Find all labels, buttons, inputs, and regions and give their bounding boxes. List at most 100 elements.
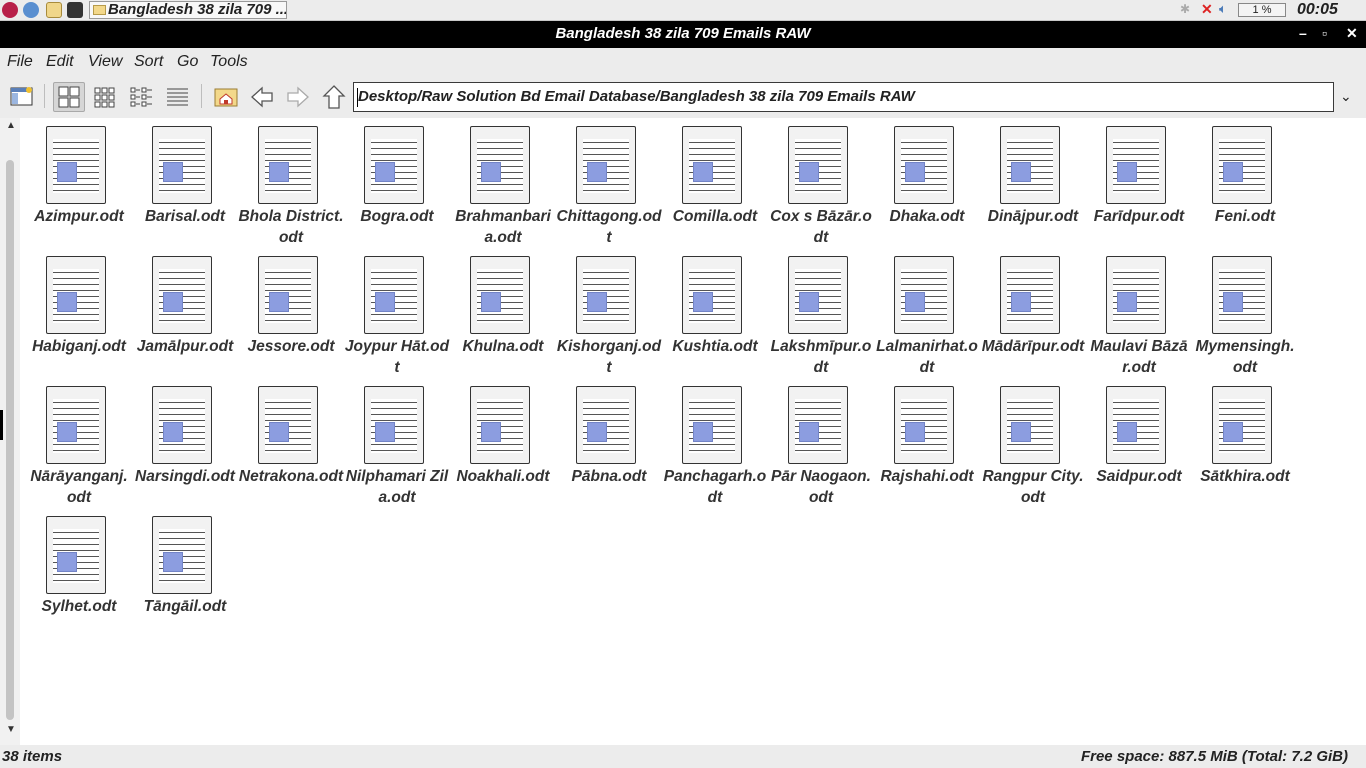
close-button[interactable]: ✕ (1346, 25, 1358, 42)
document-icon (894, 126, 954, 204)
file-item[interactable]: Sylhet.odt (26, 514, 132, 644)
item-count: 38 items (2, 748, 63, 765)
view-thumbnails-button[interactable] (90, 82, 122, 112)
file-item[interactable]: Rajshahi.odt (874, 384, 980, 514)
document-icon (46, 516, 106, 594)
file-item[interactable]: Comilla.odt (662, 124, 768, 254)
file-item[interactable]: Kishorganj.odt (556, 254, 662, 384)
new-window-icon (10, 87, 33, 106)
file-grid: Azimpur.odt Barisal.odt Bhola District.odt… (26, 124, 1298, 644)
file-item[interactable]: Mymensingh.odt (1192, 254, 1298, 384)
text-cursor (357, 88, 358, 107)
up-button[interactable] (318, 82, 350, 112)
terminal-icon[interactable] (67, 2, 83, 18)
file-item[interactable]: Tāngāil.odt (132, 514, 238, 644)
file-item[interactable]: Mādārīpur.odt (980, 254, 1086, 384)
detailed-list-view-icon (167, 88, 188, 106)
menu-go[interactable]: Go (177, 53, 198, 71)
document-icon (258, 126, 318, 204)
file-item[interactable]: Barisal.odt (132, 124, 238, 254)
back-button[interactable] (246, 82, 278, 112)
vertical-scrollbar[interactable]: ▲ ▼ (0, 118, 20, 745)
document-icon (258, 256, 318, 334)
maximize-button[interactable]: ▫ (1322, 25, 1327, 41)
network-disconnected-icon[interactable]: ✕ (1201, 1, 1213, 18)
scroll-up-icon[interactable]: ▲ (6, 120, 16, 131)
file-item[interactable]: Netrakona.odt (238, 384, 344, 514)
home-button[interactable] (210, 82, 242, 112)
path-input[interactable]: Desktop/Raw Solution Bd Email Database/B… (353, 82, 1334, 112)
file-item[interactable]: Noakhali.odt (450, 384, 556, 514)
file-name: Kushtia.odt (672, 338, 758, 355)
menu-tools[interactable]: Tools (210, 53, 248, 71)
menu-file[interactable]: File (7, 53, 33, 71)
file-item[interactable]: Pār Naogaon.odt (768, 384, 874, 514)
file-item[interactable]: Jamālpur.odt (132, 254, 238, 384)
window-titlebar[interactable]: Bangladesh 38 zila 709 Emails RAW – ▫ ✕ (0, 21, 1366, 48)
file-name: Sylhet.odt (41, 598, 117, 615)
document-icon (788, 386, 848, 464)
view-detailed-list-button[interactable] (162, 82, 194, 112)
file-name: Lakshmīpur.odt (770, 338, 872, 376)
menu-edit[interactable]: Edit (46, 53, 74, 71)
minimize-button[interactable]: – (1299, 25, 1307, 41)
file-item[interactable]: Narsingdi.odt (132, 384, 238, 514)
file-item[interactable]: Brahmanbaria.odt (450, 124, 556, 254)
file-item[interactable]: Rangpur City.odt (980, 384, 1086, 514)
forward-button[interactable] (282, 82, 314, 112)
file-item[interactable]: Joypur Hāt.odt (344, 254, 450, 384)
file-item[interactable]: Dinājpur.odt (980, 124, 1086, 254)
file-item[interactable]: Lalmanirhat.odt (874, 254, 980, 384)
raspberry-menu-icon[interactable] (2, 2, 18, 18)
menu-view[interactable]: View (88, 53, 122, 71)
file-item[interactable]: Bhola District.odt (238, 124, 344, 254)
file-item[interactable]: Chittagong.odt (556, 124, 662, 254)
file-name: Jamālpur.odt (136, 338, 234, 355)
document-icon (894, 386, 954, 464)
file-item[interactable]: Dhaka.odt (874, 124, 980, 254)
file-name: Noakhali.odt (456, 468, 550, 485)
file-item[interactable]: Maulavi Bāzār.odt (1086, 254, 1192, 384)
file-item[interactable]: Sātkhira.odt (1192, 384, 1298, 514)
web-browser-icon[interactable] (23, 2, 39, 18)
file-item[interactable]: Lakshmīpur.odt (768, 254, 874, 384)
file-name: Lalmanirhat.odt (876, 338, 978, 376)
file-manager-icon[interactable] (46, 2, 62, 18)
menu-sort[interactable]: Sort (134, 53, 163, 71)
bluetooth-icon[interactable]: ✱ (1180, 2, 1190, 16)
scrollbar-thumb[interactable] (6, 160, 14, 720)
view-compact-button[interactable] (126, 82, 158, 112)
scroll-down-icon[interactable]: ▼ (6, 724, 16, 735)
file-item[interactable]: Cox s Bāzār.odt (768, 124, 874, 254)
file-item[interactable]: Azimpur.odt (26, 124, 132, 254)
clock[interactable]: 00:05 (1297, 1, 1338, 19)
volume-icon[interactable]: 🔈︎ (1219, 1, 1227, 17)
document-icon (364, 256, 424, 334)
document-icon (682, 126, 742, 204)
file-item[interactable]: Farīdpur.odt (1086, 124, 1192, 254)
file-name: Rajshahi.odt (880, 468, 974, 485)
file-item[interactable]: Kushtia.odt (662, 254, 768, 384)
file-item[interactable]: Saidpur.odt (1086, 384, 1192, 514)
new-window-button[interactable] (6, 82, 38, 112)
view-icons-button[interactable] (53, 82, 85, 112)
file-name: Mymensingh.odt (1195, 338, 1295, 376)
file-item[interactable]: Pābna.odt (556, 384, 662, 514)
file-item[interactable]: Habiganj.odt (26, 254, 132, 384)
file-name: Joypur Hāt.odt (344, 338, 450, 376)
file-item[interactable]: Bogra.odt (344, 124, 450, 254)
document-icon (1000, 256, 1060, 334)
file-item[interactable]: Nilphamari Zila.odt (344, 384, 450, 514)
file-item[interactable]: Nārāyanganj.odt (26, 384, 132, 514)
file-item[interactable]: Khulna.odt (450, 254, 556, 384)
file-name: Dinājpur.odt (987, 208, 1079, 225)
file-item[interactable]: Panchagarh.odt (662, 384, 768, 514)
taskbar-window-button[interactable]: Bangladesh 38 zila 709 ... (89, 1, 287, 19)
file-item[interactable]: Jessore.odt (238, 254, 344, 384)
document-icon (470, 386, 530, 464)
path-history-dropdown-icon[interactable]: ⌄ (1340, 88, 1352, 105)
file-view[interactable]: ▲ ▼ Azimpur.odt Barisal.odt Bhola District… (0, 118, 1366, 745)
thumbnail-view-icon (94, 87, 115, 108)
file-name: Nārāyanganj.odt (30, 468, 128, 506)
file-item[interactable]: Feni.odt (1192, 124, 1298, 254)
